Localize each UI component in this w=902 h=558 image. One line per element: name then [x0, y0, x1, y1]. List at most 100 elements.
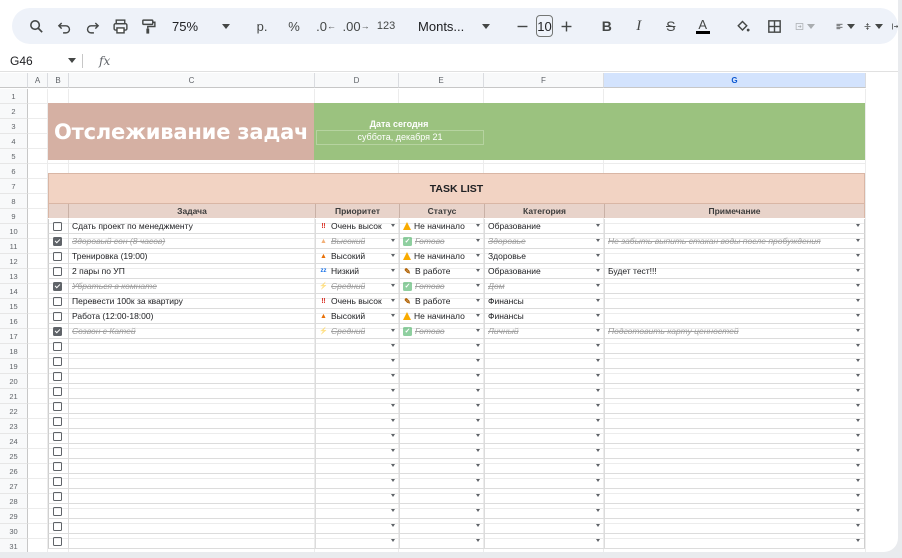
- column-header-c[interactable]: C: [69, 73, 315, 88]
- task-done-checkbox[interactable]: [53, 446, 62, 456]
- dropdown-arrow-icon[interactable]: [476, 284, 480, 287]
- note-cell[interactable]: Будет тест!!!: [605, 264, 864, 278]
- merge-cells-icon[interactable]: [791, 12, 819, 40]
- note-cell[interactable]: [605, 474, 864, 488]
- task-cell[interactable]: [69, 489, 316, 503]
- status-cell[interactable]: [400, 534, 485, 548]
- dropdown-arrow-icon[interactable]: [476, 389, 480, 392]
- category-cell[interactable]: [485, 339, 605, 353]
- category-cell[interactable]: [485, 459, 605, 473]
- row-header[interactable]: 22: [0, 404, 28, 419]
- priority-cell[interactable]: ‼ Очень высок: [316, 294, 400, 308]
- increase-font-size-button[interactable]: [553, 12, 581, 40]
- dropdown-arrow-icon[interactable]: [476, 269, 480, 272]
- note-cell[interactable]: [605, 294, 864, 308]
- row-header[interactable]: 10: [0, 224, 28, 239]
- status-cell[interactable]: [400, 474, 485, 488]
- row-header[interactable]: 24: [0, 434, 28, 449]
- row-header[interactable]: 13: [0, 269, 28, 284]
- dropdown-arrow-icon[interactable]: [476, 524, 480, 527]
- dropdown-arrow-icon[interactable]: [476, 359, 480, 362]
- task-done-checkbox[interactable]: [53, 416, 62, 426]
- note-cell[interactable]: [605, 279, 864, 293]
- task-cell[interactable]: Сдать проект по менеджменту: [69, 219, 316, 233]
- category-cell[interactable]: [485, 369, 605, 383]
- dropdown-arrow-icon[interactable]: [391, 224, 395, 227]
- category-cell[interactable]: [485, 354, 605, 368]
- dropdown-arrow-icon[interactable]: [596, 314, 600, 317]
- column-header-a[interactable]: A: [28, 73, 48, 88]
- task-cell[interactable]: [69, 519, 316, 533]
- task-cell[interactable]: [69, 339, 316, 353]
- increase-decimals-button[interactable]: .00 →: [342, 12, 370, 40]
- dropdown-arrow-icon[interactable]: [391, 449, 395, 452]
- dropdown-arrow-icon[interactable]: [391, 344, 395, 347]
- priority-cell[interactable]: ⚡ Средний: [316, 279, 400, 293]
- task-done-checkbox[interactable]: [53, 476, 62, 486]
- dropdown-arrow-icon[interactable]: [391, 389, 395, 392]
- category-cell[interactable]: [485, 534, 605, 548]
- row-header[interactable]: 5: [0, 149, 28, 164]
- category-cell[interactable]: [485, 399, 605, 413]
- dropdown-arrow-icon[interactable]: [856, 329, 860, 332]
- note-cell[interactable]: [605, 339, 864, 353]
- status-cell[interactable]: [400, 489, 485, 503]
- task-done-checkbox[interactable]: [53, 401, 62, 411]
- bold-icon[interactable]: B: [593, 12, 621, 40]
- row-header[interactable]: 9: [0, 209, 28, 224]
- row-header[interactable]: 16: [0, 314, 28, 329]
- dropdown-arrow-icon[interactable]: [856, 419, 860, 422]
- horizontal-align-icon[interactable]: [831, 12, 859, 40]
- task-done-checkbox[interactable]: [53, 281, 62, 291]
- row-header[interactable]: 31: [0, 539, 28, 552]
- row-header[interactable]: 17: [0, 329, 28, 344]
- priority-cell[interactable]: [316, 429, 400, 443]
- dropdown-arrow-icon[interactable]: [476, 449, 480, 452]
- task-cell[interactable]: Работа (12:00-18:00): [69, 309, 316, 323]
- priority-cell[interactable]: [316, 339, 400, 353]
- dropdown-arrow-icon[interactable]: [596, 224, 600, 227]
- dropdown-arrow-icon[interactable]: [391, 539, 395, 542]
- category-cell[interactable]: Здоровье: [485, 249, 605, 263]
- task-cell[interactable]: Убраться в комнате: [69, 279, 316, 293]
- redo-icon[interactable]: [78, 12, 106, 40]
- zoom-select[interactable]: 75%: [166, 19, 236, 34]
- dropdown-arrow-icon[interactable]: [856, 389, 860, 392]
- dropdown-arrow-icon[interactable]: [596, 359, 600, 362]
- task-cell[interactable]: [69, 399, 316, 413]
- note-cell[interactable]: [605, 534, 864, 548]
- dropdown-arrow-icon[interactable]: [596, 299, 600, 302]
- row-header[interactable]: 14: [0, 284, 28, 299]
- dropdown-arrow-icon[interactable]: [856, 449, 860, 452]
- task-cell[interactable]: [69, 414, 316, 428]
- row-header[interactable]: 11: [0, 239, 28, 254]
- dropdown-arrow-icon[interactable]: [596, 404, 600, 407]
- status-cell[interactable]: [400, 399, 485, 413]
- dropdown-arrow-icon[interactable]: [856, 239, 860, 242]
- row-header[interactable]: 15: [0, 299, 28, 314]
- category-cell[interactable]: Образование: [485, 264, 605, 278]
- dropdown-arrow-icon[interactable]: [596, 464, 600, 467]
- task-cell[interactable]: [69, 534, 316, 548]
- dropdown-arrow-icon[interactable]: [391, 419, 395, 422]
- status-cell[interactable]: [400, 354, 485, 368]
- title-cell[interactable]: Отслеживание задач: [48, 103, 314, 160]
- dropdown-arrow-icon[interactable]: [856, 359, 860, 362]
- vertical-align-icon[interactable]: [859, 12, 887, 40]
- dropdown-arrow-icon[interactable]: [391, 434, 395, 437]
- dropdown-arrow-icon[interactable]: [391, 509, 395, 512]
- dropdown-arrow-icon[interactable]: [391, 494, 395, 497]
- task-done-checkbox[interactable]: [53, 236, 62, 246]
- dropdown-arrow-icon[interactable]: [856, 404, 860, 407]
- dropdown-arrow-icon[interactable]: [476, 299, 480, 302]
- row-header[interactable]: 2: [0, 104, 28, 119]
- note-cell[interactable]: [605, 459, 864, 473]
- task-cell[interactable]: Здоровый сон (8 часов): [69, 234, 316, 248]
- priority-cell[interactable]: [316, 534, 400, 548]
- dropdown-arrow-icon[interactable]: [596, 389, 600, 392]
- font-select[interactable]: Monts...: [412, 19, 496, 34]
- note-cell[interactable]: [605, 354, 864, 368]
- task-done-checkbox[interactable]: [53, 311, 62, 321]
- task-done-checkbox[interactable]: [53, 506, 62, 516]
- row-header[interactable]: 1: [0, 89, 28, 104]
